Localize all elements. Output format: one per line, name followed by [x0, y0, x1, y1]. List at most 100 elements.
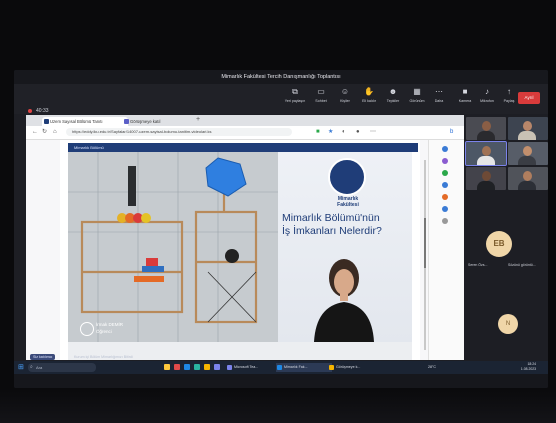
home-icon[interactable]: ⌂ — [53, 128, 57, 137]
raise-hand-icon: ✋ — [364, 87, 374, 96]
architecture-models-illustration — [68, 152, 280, 342]
video-scene-models — [68, 152, 280, 342]
add-app-icon[interactable] — [442, 218, 448, 224]
file-explorer-icon[interactable] — [164, 364, 170, 370]
more-icon: ⋯ — [435, 87, 443, 96]
share-screen-icon: ⧉ — [292, 87, 298, 96]
participant-tile[interactable] — [466, 167, 506, 190]
people-button[interactable]: ☺ Kişiler — [334, 87, 356, 103]
outlook-icon[interactable] — [442, 206, 448, 212]
address-bar-row: ← ↻ ⌂ https://eddy.iku.edu.tr/Sayfalar/1… — [26, 126, 464, 140]
favorite-icon[interactable]: ★ — [328, 128, 333, 137]
university-logo-icon — [328, 158, 366, 196]
speaker-icon: ↑ — [507, 87, 511, 96]
edge-icon — [277, 365, 282, 370]
presenter-logo-icon — [80, 322, 94, 336]
desk-reflection — [0, 388, 556, 423]
site-favicon-icon — [44, 119, 49, 124]
camera-icon: ■ — [462, 87, 468, 96]
content-frame: Mimarlık Bölümü Mimarlık Fakültesi Mimar… — [60, 140, 420, 360]
participant-tile[interactable] — [508, 167, 548, 190]
chrome-icon — [329, 365, 334, 370]
react-icon: ☻ — [388, 87, 398, 96]
office-icon[interactable] — [442, 194, 448, 200]
monitor-bezel-bottom — [14, 374, 548, 388]
weather-widget[interactable]: 28°C — [428, 363, 436, 372]
settings-icon[interactable]: ⋯ — [370, 128, 376, 137]
presenter-role: Öğrenci — [96, 329, 112, 334]
participant-tile[interactable] — [508, 142, 548, 165]
reactions-button[interactable]: ☻ Tepkiler — [382, 87, 404, 103]
chat-button[interactable]: ▭ Sohbet — [310, 87, 332, 103]
url-field[interactable]: https://eddy.iku.edu.tr/Sayfalar/14007-u… — [66, 128, 292, 136]
profile-icon[interactable]: ● — [356, 128, 360, 137]
shared-browser-window: Uzem Sayısal Bölümü Tanıtı Görüşmeye kat… — [26, 115, 464, 360]
school-caption-2: Fakültesi — [337, 202, 359, 208]
tab-join-meeting[interactable]: Görüşmeye katıl — [122, 117, 200, 126]
camera-button[interactable]: ■ Kamera — [454, 87, 476, 103]
video-headline-1: Mimarlık Bölümü'nün — [282, 212, 380, 224]
avatar[interactable]: N — [498, 314, 518, 334]
refresh-icon[interactable]: ↻ — [42, 128, 47, 137]
avatar[interactable]: EB — [486, 231, 512, 257]
record-indicator-icon — [28, 109, 32, 113]
taskbar-app-join[interactable]: Görüşmeye k... — [328, 363, 386, 372]
participant-tile[interactable] — [466, 117, 506, 140]
teams-icon — [227, 365, 232, 370]
page-scrollbar[interactable] — [424, 160, 426, 350]
search-icon: ⌕ — [30, 364, 33, 370]
start-icon[interactable]: ⊞ — [18, 363, 24, 372]
mic-button[interactable]: ♪ Mikrofon — [476, 87, 498, 103]
app-icon[interactable] — [174, 364, 180, 370]
more-button[interactable]: ⋯ Daha — [428, 87, 450, 103]
meeting-toolbar: 40:33 ⧉ Yeri paylaşın ▭ Sohbet ☺ Kişiler ✋ E… — [14, 84, 548, 114]
participant-tile-active[interactable] — [465, 141, 507, 166]
page-content: Mimarlık Bölümü Mimarlık Fakültesi Mimar… — [26, 140, 464, 360]
extension-icon[interactable]: ■ — [316, 128, 320, 137]
shopping-icon[interactable] — [442, 158, 448, 164]
teams-icon[interactable] — [214, 364, 220, 370]
participant-name: Seren Özs... — [468, 263, 488, 267]
presenter-figure — [314, 259, 374, 342]
raise-hand-button[interactable]: ✋ Eli kaldır — [358, 87, 380, 103]
self-badge: Siz katılımcı — [30, 354, 56, 360]
collections-icon[interactable]: ◐ — [342, 128, 346, 137]
store-icon[interactable] — [194, 364, 200, 370]
back-icon[interactable]: ← — [32, 128, 38, 137]
tab-uzem[interactable]: Uzem Sayısal Bölümü Tanıtı — [42, 117, 128, 126]
system-clock[interactable]: 18:24 1.08.2023 — [521, 362, 536, 372]
teams-favicon-icon — [124, 119, 129, 124]
tab-strip: Uzem Sayısal Bölümü Tanıtı Görüşmeye kat… — [26, 115, 464, 126]
meeting-timer: 40:33 — [36, 108, 49, 114]
share-screen-button[interactable]: ⧉ Yeri paylaşın — [284, 87, 306, 103]
search-icon[interactable] — [442, 146, 448, 152]
bing-icon[interactable]: b — [450, 128, 453, 137]
taskbar-app-browser[interactable]: Mimarlık Fak... — [276, 363, 332, 372]
windows-taskbar: ⊞ ⌕ Ara Microsoft Tea... Mimarlık Fak...… — [14, 361, 548, 374]
tools-icon[interactable] — [442, 170, 448, 176]
leave-button[interactable]: Ayrıl — [518, 92, 540, 104]
participant-tile[interactable] — [508, 117, 548, 140]
browser-sidebar — [428, 140, 464, 360]
scrollbar-thumb[interactable] — [424, 218, 426, 268]
games-icon[interactable] — [442, 182, 448, 188]
share-button[interactable]: ↑ Paylaş — [498, 87, 520, 103]
mic-icon: ♪ — [485, 87, 489, 96]
video-presenter-panel: Mimarlık Fakültesi Mimarlık Bölümü'nün İ… — [278, 152, 412, 342]
video-player[interactable]: Mimarlık Fakültesi Mimarlık Bölümü'nün İ… — [68, 152, 412, 342]
view-button[interactable]: ▦ Görünüm — [406, 87, 428, 103]
people-icon: ☺ — [340, 87, 350, 96]
taskbar-app-teams[interactable]: Microsoft Tea... — [226, 363, 282, 372]
taskbar-search[interactable]: ⌕ Ara — [28, 363, 96, 372]
caption-strip: Kurum içi Bölüm Mimarlığımızı Bitirdi — [74, 355, 133, 359]
participants-panel: EB Seren Özs... Sözünü görüntü... N — [465, 115, 548, 360]
meeting-title: Mimarlık Fakültesi Tercih Danışmanlığı T… — [14, 70, 548, 84]
presenter-name: İrmak DEMİR — [96, 322, 123, 327]
chat-icon: ▭ — [317, 87, 325, 96]
video-headline-2: İş İmkanları Nelerdir? — [282, 225, 382, 237]
new-tab-icon[interactable]: + — [196, 116, 200, 123]
view-icon: ▦ — [413, 87, 421, 96]
edge-icon[interactable] — [184, 364, 190, 370]
participant-sub: Sözünü görüntü... — [508, 263, 536, 267]
chrome-icon[interactable] — [204, 364, 210, 370]
